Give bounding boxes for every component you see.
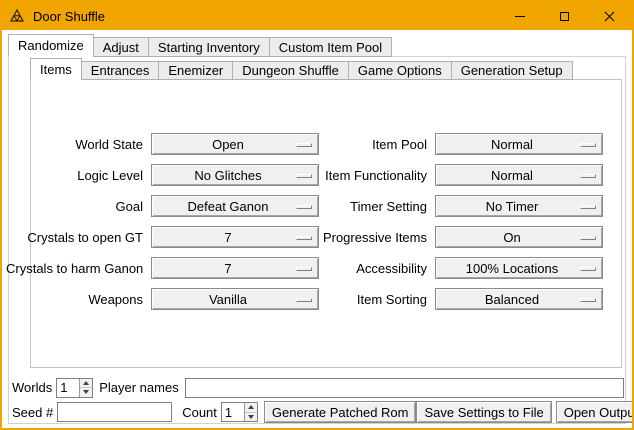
item-functionality-dropdown[interactable]: Normal	[435, 164, 603, 186]
worlds-label: Worlds	[12, 380, 52, 395]
weapons-label: Weapons	[6, 292, 151, 307]
arrow-up-icon	[248, 405, 254, 409]
dropdown-indicator-icon	[580, 174, 596, 178]
minimize-button[interactable]	[497, 2, 542, 30]
close-button[interactable]	[587, 2, 632, 30]
count-spinbox	[221, 402, 258, 422]
worlds-spin-arrows	[79, 379, 92, 397]
dropdown-indicator-icon	[296, 174, 312, 178]
option-row: World State Open Item Pool Normal	[6, 133, 603, 155]
item-sorting-dropdown[interactable]: Balanced	[435, 288, 603, 310]
tab-custom-item-pool[interactable]: Custom Item Pool	[269, 37, 392, 57]
save-settings-button[interactable]: Save Settings to File	[416, 401, 551, 423]
accessibility-dropdown[interactable]: 100% Locations	[435, 257, 603, 279]
app-icon	[9, 8, 25, 24]
seed-input[interactable]	[57, 402, 172, 422]
item-pool-label: Item Pool	[319, 137, 435, 152]
timer-setting-label: Timer Setting	[319, 199, 435, 214]
titlebar[interactable]: Door Shuffle	[2, 2, 632, 30]
count-label: Count	[182, 405, 217, 420]
progressive-items-dropdown[interactable]: On	[435, 226, 603, 248]
count-spin-arrows	[244, 403, 257, 421]
dropdown-indicator-icon	[296, 236, 312, 240]
close-icon	[604, 11, 615, 22]
dropdown-indicator-icon	[580, 267, 596, 271]
dropdown-indicator-icon	[580, 236, 596, 240]
worlds-spin-down[interactable]	[80, 387, 92, 397]
item-functionality-label: Item Functionality	[319, 168, 435, 183]
options-grid: World State Open Item Pool Normal Logic …	[6, 133, 603, 319]
crystals-open-gt-dropdown[interactable]: 7	[151, 226, 319, 248]
generate-row: Seed # Count Generate Patched Rom Save S…	[12, 401, 624, 423]
tab-starting-inventory[interactable]: Starting Inventory	[148, 37, 270, 57]
crystals-harm-ganon-label: Crystals to harm Ganon	[6, 261, 151, 276]
worlds-spinbox	[56, 378, 93, 398]
count-spin-up[interactable]	[245, 403, 257, 412]
timer-setting-dropdown[interactable]: No Timer	[435, 195, 603, 217]
goal-dropdown[interactable]: Defeat Ganon	[151, 195, 319, 217]
option-row: Goal Defeat Ganon Timer Setting No Timer	[6, 195, 603, 217]
generate-patched-rom-button[interactable]: Generate Patched Rom	[264, 401, 417, 423]
tab-randomize[interactable]: Randomize	[8, 34, 94, 57]
player-names-input[interactable]	[185, 378, 624, 398]
dropdown-indicator-icon	[296, 267, 312, 271]
option-row: Logic Level No Glitches Item Functionali…	[6, 164, 603, 186]
tab-entrances[interactable]: Entrances	[81, 61, 160, 80]
window-controls	[497, 2, 632, 30]
tab-generation-setup[interactable]: Generation Setup	[451, 61, 573, 80]
dropdown-indicator-icon	[580, 205, 596, 209]
arrow-up-icon	[83, 381, 89, 385]
maximize-button[interactable]	[542, 2, 587, 30]
dropdown-indicator-icon	[296, 298, 312, 302]
goal-label: Goal	[6, 199, 151, 214]
option-row: Crystals to harm Ganon 7 Accessibility 1…	[6, 257, 603, 279]
tab-items[interactable]: Items	[30, 58, 82, 80]
item-pool-dropdown[interactable]: Normal	[435, 133, 603, 155]
accessibility-label: Accessibility	[319, 261, 435, 276]
weapons-dropdown[interactable]: Vanilla	[151, 288, 319, 310]
maximize-icon	[560, 12, 569, 21]
main-tab-bar: Randomize Adjust Starting Inventory Cust…	[8, 34, 391, 57]
world-state-dropdown[interactable]: Open	[151, 133, 319, 155]
tab-dungeon-shuffle[interactable]: Dungeon Shuffle	[232, 61, 349, 80]
crystals-open-gt-label: Crystals to open GT	[6, 230, 151, 245]
sub-tab-bar: Items Entrances Enemizer Dungeon Shuffle…	[30, 58, 572, 80]
tab-enemizer[interactable]: Enemizer	[158, 61, 233, 80]
app-window: Door Shuffle Randomize Adjust Starting I…	[0, 0, 634, 430]
tab-adjust[interactable]: Adjust	[93, 37, 149, 57]
world-state-label: World State	[6, 137, 151, 152]
worlds-row: Worlds Player names	[12, 377, 624, 398]
arrow-down-icon	[83, 390, 89, 394]
logic-level-label: Logic Level	[6, 168, 151, 183]
option-row: Weapons Vanilla Item Sorting Balanced	[6, 288, 603, 310]
tab-game-options[interactable]: Game Options	[348, 61, 452, 80]
dropdown-indicator-icon	[296, 205, 312, 209]
count-spin-down[interactable]	[245, 412, 257, 422]
player-names-label: Player names	[99, 380, 178, 395]
count-input[interactable]	[222, 403, 244, 421]
logic-level-dropdown[interactable]: No Glitches	[151, 164, 319, 186]
open-output-directory-button[interactable]: Open Output Directory	[556, 401, 634, 423]
dropdown-indicator-icon	[580, 298, 596, 302]
minimize-icon	[515, 16, 525, 17]
option-row: Crystals to open GT 7 Progressive Items …	[6, 226, 603, 248]
progressive-items-label: Progressive Items	[319, 230, 435, 245]
item-sorting-label: Item Sorting	[319, 292, 435, 307]
window-title: Door Shuffle	[33, 9, 105, 24]
crystals-harm-ganon-dropdown[interactable]: 7	[151, 257, 319, 279]
worlds-input[interactable]	[57, 379, 79, 397]
worlds-spin-up[interactable]	[80, 379, 92, 388]
dropdown-indicator-icon	[296, 143, 312, 147]
dropdown-indicator-icon	[580, 143, 596, 147]
arrow-down-icon	[248, 415, 254, 419]
window-body: Randomize Adjust Starting Inventory Cust…	[2, 30, 632, 428]
seed-label: Seed #	[12, 405, 53, 420]
